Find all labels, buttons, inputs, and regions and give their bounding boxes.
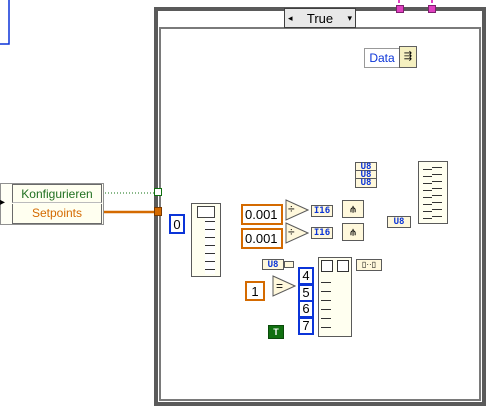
u8-conversion-e-tail [284,261,294,268]
konfigurieren-tunnel [154,188,162,196]
bundle-by-name-node[interactable]: ⇶ [399,46,417,68]
case-selector-value: True [306,10,334,26]
delay-constant-bottom[interactable]: 0.001 [241,228,283,249]
replace-inputs [321,276,331,334]
array-icon [321,260,333,272]
unbundle-header-icon [197,206,215,218]
constant-seven[interactable]: 7 [298,317,314,335]
one-constant[interactable]: 1 [245,281,265,301]
unbundle-outputs [205,218,215,274]
case-selector-dropdown-arrow[interactable]: ▾ [347,13,352,24]
bundle-arrow-icon: ⇶ [403,51,413,62]
divide-symbol-top: ÷ [288,202,295,216]
split-number-node-top[interactable]: ⫛ [342,200,364,218]
index-icon: ▯··▯ [361,260,377,269]
split-icon: ⫛ [350,227,356,237]
data-label: Data [364,48,400,68]
split-number-node-bottom[interactable]: ⫛ [342,223,364,241]
constant-six[interactable]: 6 [298,300,314,318]
konfigurieren-label: Konfigurieren [12,184,102,203]
case-selector-left-arrow[interactable]: ◂ [288,13,293,24]
u8-conversion-c[interactable]: U8 [355,178,377,188]
build-array-outputs [432,164,442,220]
u8-conversion-e[interactable]: U8 [262,259,284,270]
i16-conversion-top[interactable]: I16 [311,205,333,217]
pink-tunnel-1 [396,5,404,13]
zero-constant[interactable]: 0 [169,214,185,234]
index-array-node[interactable]: ▯··▯ [356,259,382,271]
constant-four[interactable]: 4 [298,267,314,285]
i16-conversion-bottom[interactable]: I16 [311,227,333,239]
setpoints-tunnel [154,207,162,216]
setpoints-label: Setpoints [12,204,102,224]
divide-symbol-bottom: ÷ [288,225,295,239]
replace-array-subset-node[interactable] [318,257,352,337]
delay-constant-top[interactable]: 0.001 [241,204,283,225]
external-blue-wire [0,0,10,45]
true-constant[interactable]: T [268,325,284,339]
pink-tunnel-2 [428,5,436,13]
u8-conversion-d[interactable]: U8 [387,216,411,228]
array-icon [337,260,349,272]
equal-symbol: = [276,279,284,293]
cluster-control-arrow: ▸ [0,197,6,208]
case-selector[interactable]: ◂ True ▾ [284,8,356,28]
split-icon: ⫛ [350,204,356,214]
